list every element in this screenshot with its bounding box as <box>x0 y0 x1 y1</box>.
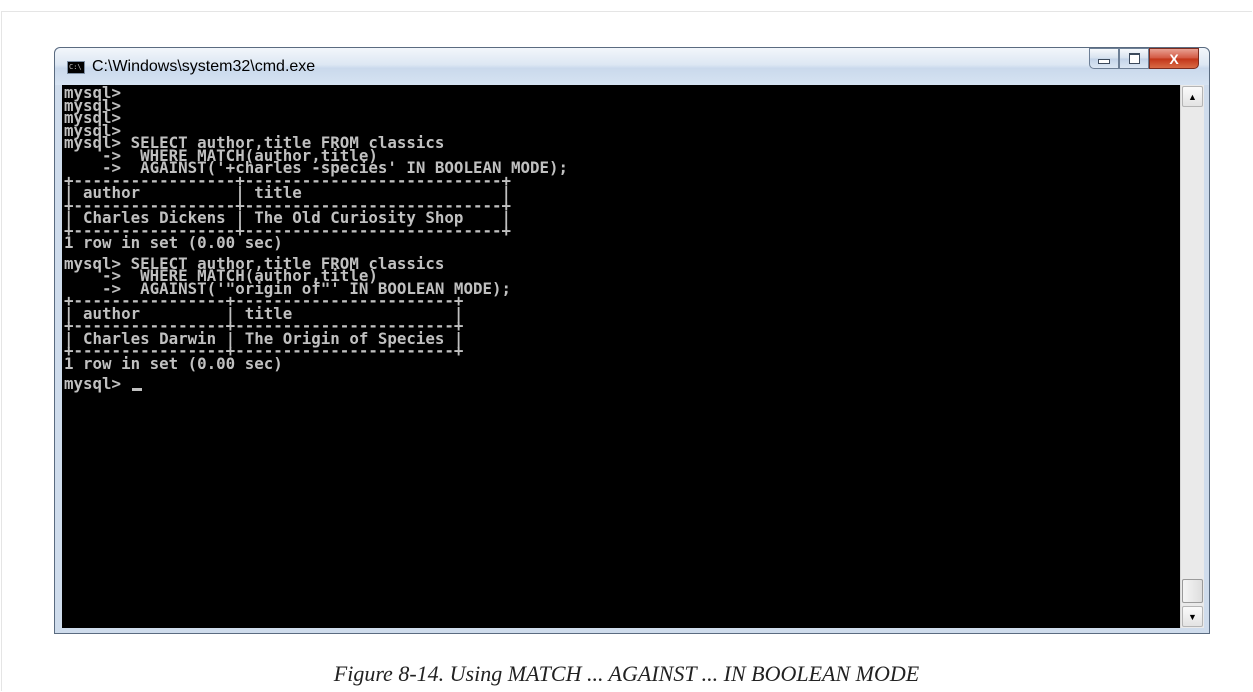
minimize-button[interactable] <box>1089 48 1119 69</box>
close-icon: X <box>1169 50 1179 67</box>
console-line: 1 row in set (0.00 sec) <box>64 353 283 373</box>
figure-caption: Figure 8-14. Using MATCH ... AGAINST ...… <box>333 661 920 686</box>
console-line: mysql> <box>64 95 122 115</box>
text-cursor <box>131 387 142 391</box>
window-title: C:\Windows\system32\cmd.exe <box>92 58 316 75</box>
scroll-down-button[interactable]: ▼ <box>1182 606 1203 627</box>
console-line: mysql> <box>64 85 122 102</box>
scroll-up-button[interactable]: ▲ <box>1182 86 1203 107</box>
scroll-thumb[interactable] <box>1182 579 1203 603</box>
console-line: mysql> <box>64 376 1180 391</box>
caption-buttons: X <box>1089 48 1199 70</box>
cmd-window: C:\ C:\Windows\system32\cmd.exe X mysql>… <box>54 47 1210 634</box>
maximize-icon <box>1128 53 1140 64</box>
console-line: 1 row in set (0.00 sec) <box>64 233 283 252</box>
scroll-down-arrow-icon: ▼ <box>1188 611 1197 622</box>
console-output[interactable]: mysql> mysql> mysql> mysql> mysql> SELECT au… <box>62 85 1180 628</box>
close-button[interactable]: X <box>1149 48 1199 69</box>
vertical-scrollbar[interactable]: ▲ ▼ <box>1180 85 1204 628</box>
cmd-app-icon[interactable]: C:\ <box>67 61 85 74</box>
scroll-up-arrow-icon: ▲ <box>1188 91 1197 102</box>
minimize-icon <box>1098 59 1110 64</box>
console-line: mysql> <box>64 108 122 127</box>
title-bar[interactable]: C:\ C:\Windows\system32\cmd.exe X <box>55 48 1209 85</box>
console-text: mysql> mysql> mysql> mysql> mysql> SELECT au… <box>62 85 1180 391</box>
maximize-button[interactable] <box>1119 48 1149 69</box>
